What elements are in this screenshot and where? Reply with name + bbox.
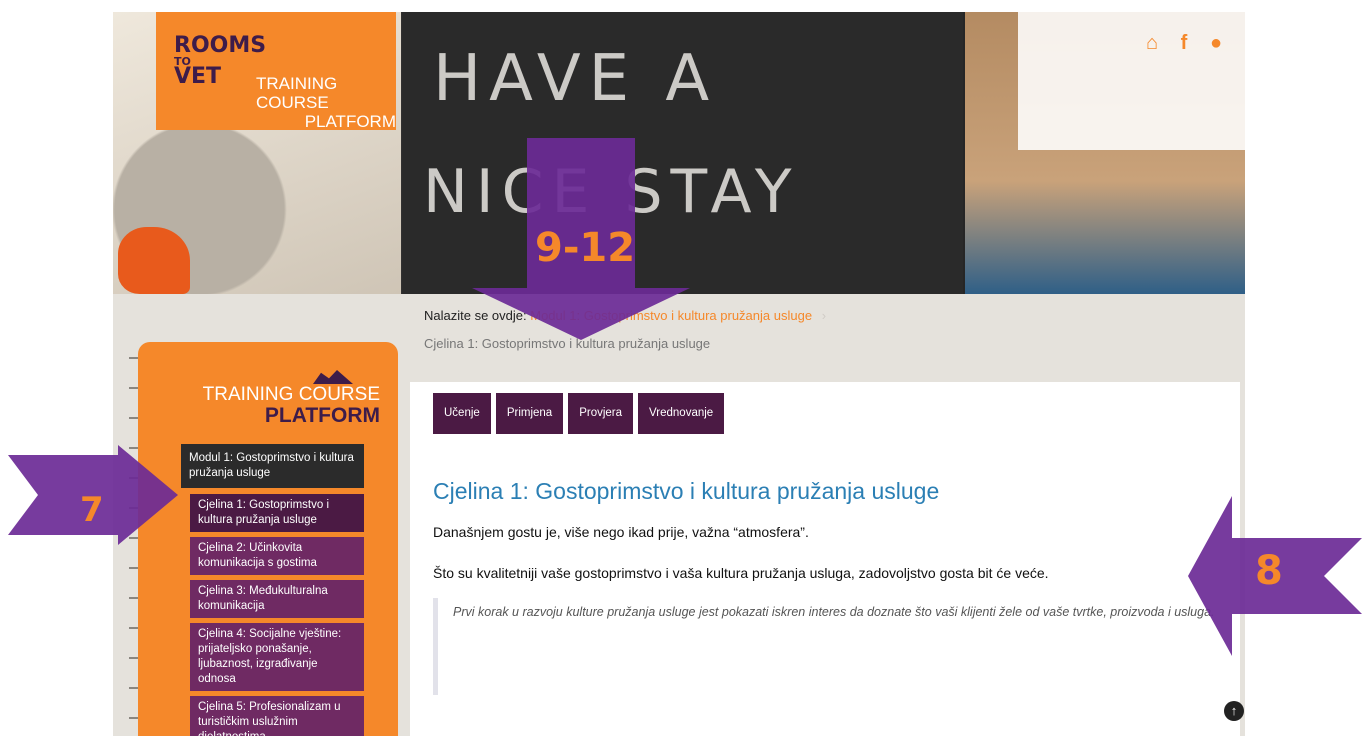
scroll-to-top-icon[interactable]: ↑: [1224, 701, 1244, 721]
logo-rooms-text: ROOMS: [174, 33, 267, 58]
page: HAVE A NICE STAY ROOMS TO VET TRAINING C…: [113, 12, 1245, 736]
sidebar-item-cjelina-1[interactable]: Cjelina 1: Gostoprimstvo i kultura pruža…: [190, 494, 364, 532]
logo-tagline-line1: TRAINING COURSE: [256, 74, 338, 112]
site-logo[interactable]: ROOMS TO VET TRAINING COURSE PLATFORM: [156, 12, 396, 131]
page-title: Cjelina 1: Gostoprimstvo i kultura pruža…: [433, 478, 940, 504]
chalk-text-line1: HAVE A: [433, 42, 718, 116]
sidebar-item-cjelina-2[interactable]: Cjelina 2: Učinkovita komunikacija s gos…: [190, 537, 364, 575]
social-panel: ⌂ f ●: [1018, 12, 1245, 150]
social-links: ⌂ f ●: [1141, 32, 1227, 55]
chevron-right-icon: ›: [821, 308, 827, 323]
tab-bar: Učenje Primjena Provjera Vrednovanje: [433, 393, 725, 434]
globe-icon[interactable]: ●: [1205, 32, 1227, 55]
tab-provjera[interactable]: Provjera: [568, 393, 634, 434]
paragraph-2: Što su kvalitetniji vaše gostoprimstvo i…: [433, 565, 1049, 581]
house-logo-icon: [313, 370, 353, 384]
red-sock-image: [118, 227, 190, 294]
home-icon[interactable]: ⌂: [1141, 32, 1163, 55]
sidebar-menu: Modul 1: Gostoprimstvo i kultura pružanj…: [181, 444, 364, 736]
annotation-label-8: 8: [1255, 548, 1283, 594]
logo-tagline: TRAINING COURSE PLATFORM: [256, 74, 396, 131]
blockquote: Prvi korak u razvoju kulture pružanja us…: [433, 598, 1223, 695]
annotation-label-9-12: 9-12: [535, 225, 636, 271]
sidebar-logo-line2: PLATFORM: [264, 404, 380, 427]
sidebar-item-cjelina-5[interactable]: Cjelina 5: Profesionalizam u turističkim…: [190, 696, 364, 736]
logo-tagline-line2: PLATFORM: [304, 112, 396, 131]
annotation-label-7: 7: [80, 490, 104, 530]
logo-wordmark: ROOMS TO VET: [174, 33, 267, 89]
facebook-icon[interactable]: f: [1173, 32, 1195, 55]
tab-primjena[interactable]: Primjena: [495, 393, 564, 434]
sidebar-item-cjelina-4[interactable]: Cjelina 4: Socijalne vještine: prijatelj…: [190, 623, 364, 691]
sidebar-item-cjelina-3[interactable]: Cjelina 3: Međukulturalna komunikacija: [190, 580, 364, 618]
main-content: Učenje Primjena Provjera Vrednovanje Cje…: [410, 382, 1240, 736]
sidebar-logo-line1: TRAINING COURSE: [202, 384, 380, 405]
sidebar-item-module-1[interactable]: Modul 1: Gostoprimstvo i kultura pružanj…: [181, 444, 364, 488]
tab-vrednovanje[interactable]: Vrednovanje: [638, 393, 725, 434]
tab-ucenje[interactable]: Učenje: [433, 393, 491, 434]
logo-vet-text: VET: [174, 64, 222, 89]
paragraph-1: Današnjem gostu je, više nego ikad prije…: [433, 524, 809, 540]
